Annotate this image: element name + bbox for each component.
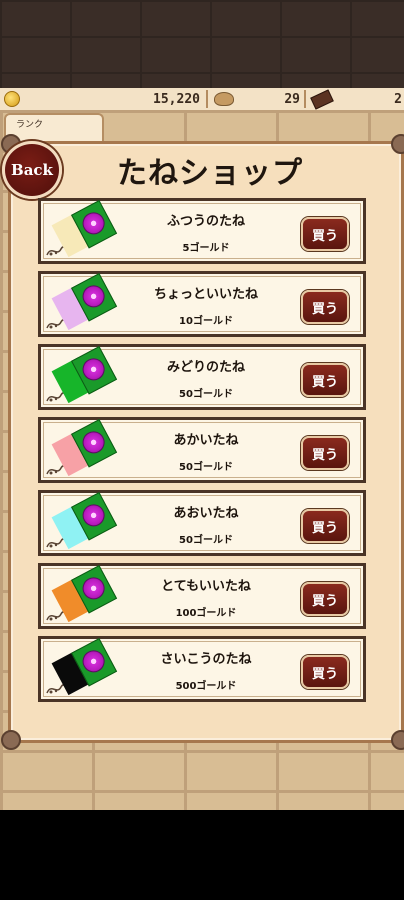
seed-name: さいこうのたね <box>160 652 252 667</box>
chocolate-value: 2 <box>394 91 402 107</box>
seed-item: あおいたね 50ゴールド 買う <box>38 490 366 556</box>
gold-value: 15,220 <box>153 91 200 107</box>
seeds-stat: 29 <box>208 88 304 110</box>
back-button[interactable]: Back <box>2 141 62 199</box>
panel-corner-rivet <box>391 134 404 154</box>
buy-button-label: 買う <box>311 301 338 317</box>
seed-price: 50ゴールド <box>179 462 233 473</box>
chocolate-icon <box>310 88 334 110</box>
coin-icon <box>4 91 20 107</box>
seed-price: 5ゴールド <box>182 243 230 254</box>
gold-stat: 15,220 <box>0 88 206 110</box>
buy-button[interactable]: 買う <box>301 509 349 543</box>
seed-name: あおいたね <box>173 506 239 521</box>
buy-button[interactable]: 買う <box>301 436 349 470</box>
chocolate-stat: 2 <box>306 88 404 110</box>
panel-corner-rivet <box>1 730 21 750</box>
buy-button-label: 買う <box>311 593 338 609</box>
seed-price: 500ゴールド <box>175 681 237 692</box>
buy-button-label: 買う <box>311 447 338 463</box>
seed-item: あかいたね 50ゴールド 買う <box>38 417 366 483</box>
seed-price: 100ゴールド <box>175 608 237 619</box>
seed-bag-icon <box>214 92 234 106</box>
seed-item: ちょっといいたね 10ゴールド 買う <box>38 271 366 337</box>
buy-button-label: 買う <box>311 228 338 244</box>
buy-button[interactable]: 買う <box>301 290 349 324</box>
buy-button-label: 買う <box>311 520 338 536</box>
page-title: たねショップ <box>117 156 303 191</box>
buy-button[interactable]: 買う <box>301 582 349 616</box>
seed-name: とてもいいたね <box>161 579 251 594</box>
seed-name: あかいたね <box>173 433 239 448</box>
panel-corner-rivet <box>391 730 404 750</box>
seed-price: 50ゴールド <box>179 535 233 546</box>
seed-item: とてもいいたね 100ゴールド 買う <box>38 563 366 629</box>
tab-rank-label: ランク <box>16 120 44 130</box>
buy-button[interactable]: 買う <box>301 217 349 251</box>
seed-item: さいこうのたね 500ゴールド 買う <box>38 636 366 702</box>
back-button-label: Back <box>11 161 53 179</box>
top-background <box>0 0 404 88</box>
seed-price: 50ゴールド <box>179 389 233 400</box>
bottom-background <box>0 810 404 900</box>
seed-name: みどりのたね <box>166 360 245 375</box>
buy-button-label: 買う <box>311 666 338 682</box>
seed-item: ふつうのたね 5ゴールド 買う <box>38 198 366 264</box>
seed-list: ふつうのたね 5ゴールド 買う ちょっといいたね 10ゴールド 買う みどりのた… <box>38 198 366 709</box>
buy-button[interactable]: 買う <box>301 363 349 397</box>
status-bar: 15,220 29 2 <box>0 88 404 111</box>
seed-item: みどりのたね 50ゴールド 買う <box>38 344 366 410</box>
buy-button-label: 買う <box>311 374 338 390</box>
buy-button[interactable]: 買う <box>301 655 349 689</box>
seeds-value: 29 <box>284 91 300 107</box>
seed-name: ちょっといいたね <box>153 287 258 302</box>
seed-price: 10ゴールド <box>179 316 233 327</box>
seed-name: ふつうのたね <box>166 214 245 229</box>
